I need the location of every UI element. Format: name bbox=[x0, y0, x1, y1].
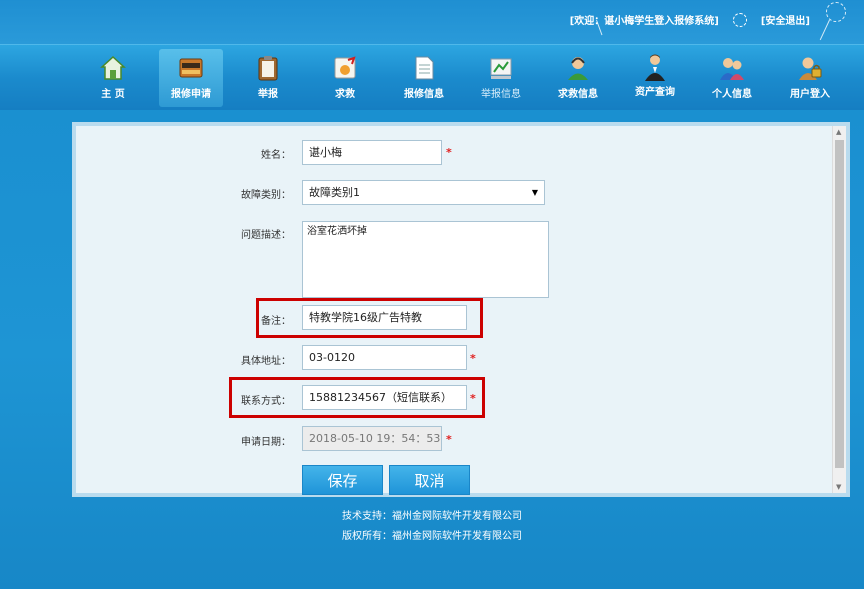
nav-item-user-login[interactable]: 用户登入 bbox=[778, 49, 842, 107]
welcome-text: [欢迎：谌小梅学生登入报修系统] bbox=[569, 16, 719, 27]
cancel-button[interactable]: 取消 bbox=[389, 465, 470, 495]
address-label: 具体地址： bbox=[241, 356, 291, 367]
home-icon bbox=[100, 55, 126, 81]
date-input: 2018-05-10 19：54：53 bbox=[302, 426, 442, 451]
users-icon bbox=[719, 55, 745, 81]
login-lock-icon bbox=[797, 55, 823, 81]
asset-person-icon bbox=[642, 53, 668, 81]
scroll-down-arrow-icon[interactable]: ▼ bbox=[836, 483, 841, 491]
nav-item-asset-query[interactable]: 资产查询 bbox=[623, 49, 687, 107]
nav-item-help[interactable]: 求救 bbox=[313, 49, 377, 107]
remark-label: 备注： bbox=[261, 316, 291, 327]
nav-label-help-info: 求救信息 bbox=[558, 89, 598, 100]
date-required-mark: * bbox=[446, 433, 452, 446]
remark-input[interactable]: 特教学院16级广告特教 bbox=[302, 305, 467, 330]
footer-support: 技术支持：福州金网际软件开发有限公司 bbox=[342, 511, 522, 522]
description-textarea[interactable] bbox=[302, 221, 549, 298]
date-label: 申请日期： bbox=[241, 437, 291, 448]
nav-label-home: 主 页 bbox=[101, 89, 125, 100]
nav-item-repair-request[interactable]: 报修申请 bbox=[159, 49, 223, 107]
report-info-icon bbox=[488, 55, 514, 81]
nav-item-repair-info[interactable]: 报修信息 bbox=[392, 49, 456, 107]
nav-label-report: 举报 bbox=[258, 89, 278, 100]
contact-input[interactable]: 15881234567（短信联系） bbox=[302, 385, 467, 410]
name-input[interactable]: 谌小梅 bbox=[302, 140, 442, 165]
top-bar: [欢迎：谌小梅学生登入报修系统] [安全退出] bbox=[0, 0, 864, 44]
nav-label-help: 求救 bbox=[335, 89, 355, 100]
help-icon bbox=[332, 55, 358, 81]
nav-label-repair-info: 报修信息 bbox=[404, 89, 444, 100]
dandelion-icon bbox=[727, 12, 753, 27]
contact-label: 联系方式： bbox=[241, 396, 291, 407]
name-required-mark: * bbox=[446, 146, 452, 159]
fault-category-value: 故障类别1 bbox=[309, 186, 360, 199]
nav-label-report-info: 举报信息 bbox=[481, 89, 521, 100]
clipboard-icon bbox=[255, 55, 281, 81]
nav-item-home[interactable]: 主 页 bbox=[81, 49, 145, 107]
nav-label-asset-query: 资产查询 bbox=[635, 87, 675, 98]
fault-category-select[interactable]: 故障类别1 ▼ bbox=[302, 180, 545, 205]
contact-required-mark: * bbox=[470, 392, 476, 405]
nav-item-report-info[interactable]: 举报信息 bbox=[469, 49, 533, 107]
header-links: [欢迎：谌小梅学生登入报修系统] [安全退出] bbox=[570, 12, 810, 27]
main-nav: 主 页 报修申请 举报 求救 报修信息 举报信息 求救信息 资产查询 个人信息 … bbox=[0, 44, 864, 110]
repair-form-icon bbox=[178, 55, 204, 81]
name-label: 姓名： bbox=[261, 150, 291, 161]
nav-item-personal-info[interactable]: 个人信息 bbox=[700, 49, 764, 107]
footer-copyright: 版权所有：福州金网际软件开发有限公司 bbox=[342, 531, 522, 542]
scroll-up-arrow-icon[interactable]: ▲ bbox=[836, 128, 841, 136]
address-required-mark: * bbox=[470, 352, 476, 365]
nav-item-help-info[interactable]: 求救信息 bbox=[546, 49, 610, 107]
nav-label-repair-request: 报修申请 bbox=[171, 89, 211, 100]
nav-label-personal-info: 个人信息 bbox=[712, 89, 752, 100]
dandelion-stem bbox=[819, 19, 830, 41]
vertical-scrollbar[interactable]: ▲ ▼ bbox=[832, 126, 846, 493]
scroll-thumb[interactable] bbox=[835, 140, 844, 468]
nav-label-user-login: 用户登入 bbox=[790, 89, 830, 100]
document-icon bbox=[411, 55, 437, 81]
description-label: 问题描述： bbox=[241, 230, 291, 241]
chevron-down-icon: ▼ bbox=[531, 188, 538, 197]
save-button[interactable]: 保存 bbox=[302, 465, 383, 495]
fault-category-label: 故障类别： bbox=[241, 190, 291, 201]
address-input[interactable]: 03-0120 bbox=[302, 345, 467, 370]
logout-link[interactable]: [安全退出] bbox=[761, 12, 810, 27]
support-person-icon bbox=[565, 55, 591, 81]
nav-item-report[interactable]: 举报 bbox=[236, 49, 300, 107]
